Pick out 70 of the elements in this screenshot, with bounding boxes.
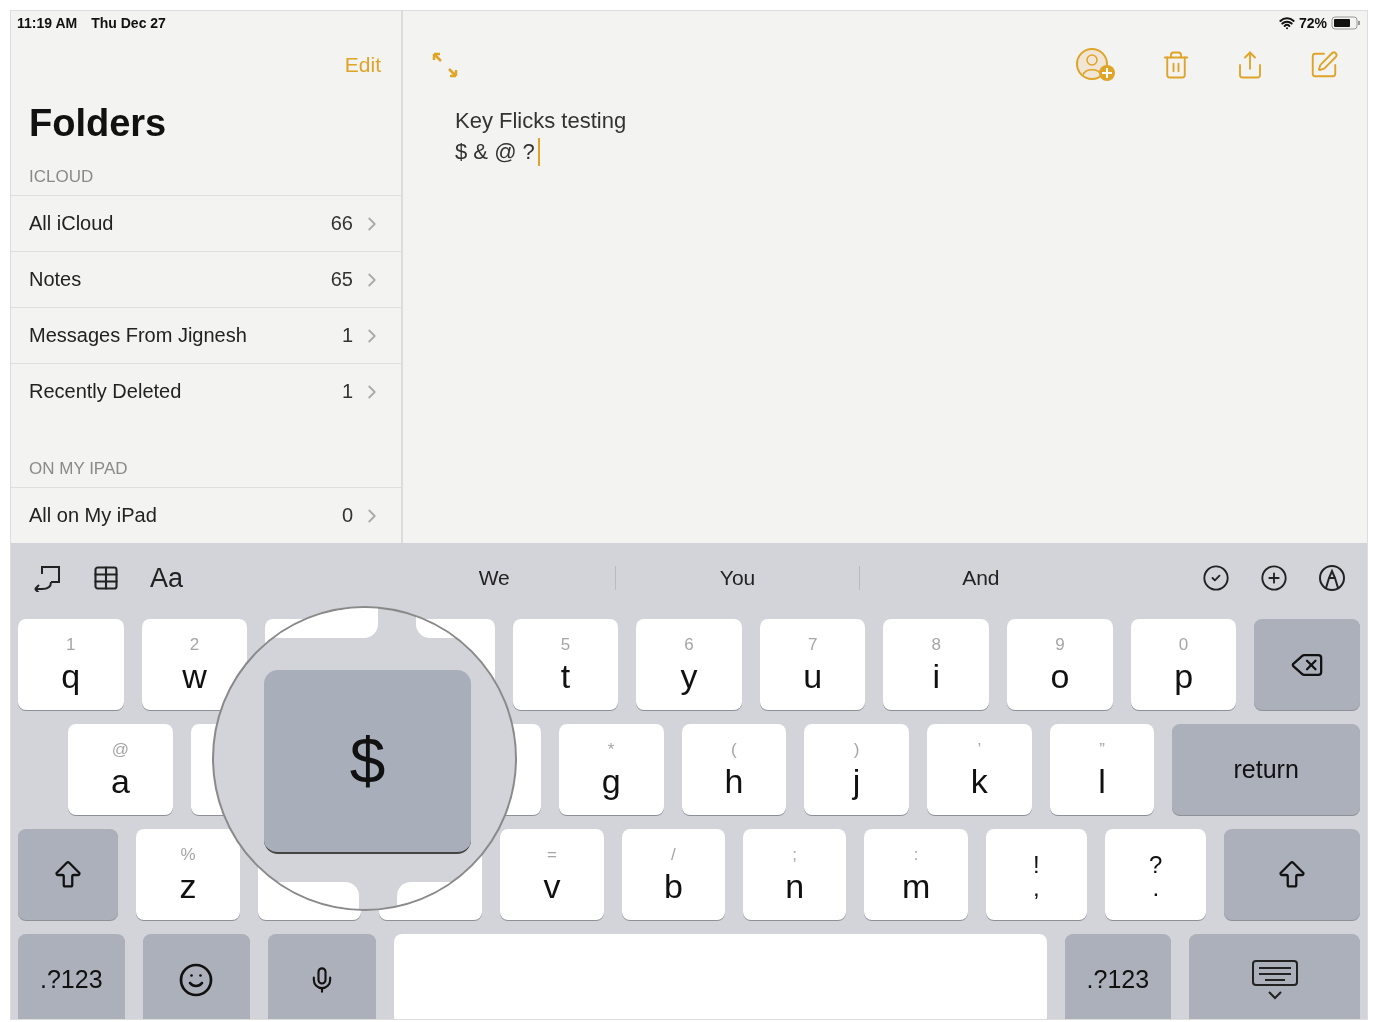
letter-key[interactable]: 0 p <box>1130 619 1237 710</box>
delete-key[interactable] <box>1254 619 1361 710</box>
smiley-icon <box>178 961 215 998</box>
table-icon[interactable] <box>92 564 120 592</box>
letter-key[interactable]: * g <box>558 724 664 815</box>
folder-row[interactable]: Messages From Jignesh 1 <box>11 307 401 363</box>
folder-count: 66 <box>330 212 353 235</box>
undo-icon[interactable] <box>32 564 62 592</box>
checklist-icon[interactable] <box>1202 564 1230 592</box>
letter-key[interactable]: 8 i <box>883 619 990 710</box>
letter-key[interactable]: ’ k <box>926 724 1032 815</box>
letter-key[interactable]: : m <box>864 829 968 920</box>
wifi-icon <box>1278 15 1295 31</box>
letter-key[interactable]: ) j <box>804 724 909 815</box>
hide-keyboard-key[interactable] <box>1189 934 1360 1019</box>
folder-count: 1 <box>341 324 353 347</box>
letter-key[interactable]: = v <box>500 829 604 920</box>
note-text: Key Flicks testing <box>455 107 627 135</box>
folder-name: Recently Deleted <box>29 380 183 403</box>
punctuation-key[interactable]: ? . <box>1105 829 1207 920</box>
folder-name: All on My iPad <box>29 504 158 527</box>
folder-count: 0 <box>341 504 353 527</box>
letter-key[interactable]: ; n <box>743 829 847 920</box>
emoji-key[interactable] <box>142 934 251 1019</box>
folder-count: 1 <box>341 380 353 403</box>
shift-key[interactable] <box>18 829 119 920</box>
battery-percent: 72% <box>1298 15 1327 31</box>
letter-key[interactable]: 7 u <box>759 619 866 710</box>
status-time: 11:19 AM <box>17 15 78 31</box>
letter-key[interactable]: 1 q <box>18 619 124 710</box>
trash-icon[interactable] <box>1161 50 1191 80</box>
markup-icon[interactable] <box>1318 564 1346 592</box>
section-header: ICLOUD <box>28 166 95 188</box>
return-key[interactable]: return <box>1172 724 1360 815</box>
battery-icon <box>1331 16 1361 30</box>
folders-title: Folders <box>28 101 168 146</box>
format-button[interactable]: Aa <box>150 562 184 594</box>
status-date: Thu Dec 27 <box>91 15 166 31</box>
letter-key[interactable]: / b <box>621 829 726 920</box>
keyboard-icon <box>1250 958 1299 1001</box>
letter-key[interactable]: 9 o <box>1007 619 1113 710</box>
letter-key[interactable]: % z <box>136 829 240 920</box>
note-text: $ & @ ? <box>455 138 535 166</box>
section-header: ON MY IPAD <box>28 458 129 480</box>
folder-row[interactable]: Notes 65 <box>11 251 401 307</box>
numbers-key[interactable]: .?123 <box>18 934 125 1019</box>
folder-count: 65 <box>330 268 353 291</box>
magnified-dollar-key: $ <box>264 670 471 854</box>
suggestion[interactable]: And <box>858 566 1102 590</box>
suggestion[interactable]: You <box>615 566 859 590</box>
text-cursor <box>537 137 540 166</box>
folder-name: All iCloud <box>29 212 115 235</box>
folder-row[interactable]: All iCloud 66 <box>11 195 401 251</box>
letter-key[interactable]: ” l <box>1049 724 1155 815</box>
numbers-key[interactable]: .?123 <box>1064 934 1172 1019</box>
letter-key[interactable]: ( h <box>681 724 787 815</box>
folder-row[interactable]: Recently Deleted 1 <box>11 363 401 419</box>
dictation-key[interactable] <box>268 934 376 1019</box>
add-icon[interactable] <box>1260 564 1288 592</box>
letter-key[interactable]: 5 t <box>512 619 619 710</box>
add-person-icon[interactable] <box>1075 47 1117 83</box>
compose-icon[interactable] <box>1309 50 1339 80</box>
punctuation-key[interactable]: ! , <box>985 829 1088 920</box>
letter-key[interactable]: 2 w <box>141 619 248 710</box>
suggestion[interactable]: We <box>373 566 616 590</box>
expand-icon[interactable] <box>431 51 459 79</box>
folder-name: Notes <box>29 268 83 291</box>
folder-name: Messages From Jignesh <box>29 324 248 347</box>
letter-key[interactable]: 6 y <box>636 619 742 710</box>
letter-key[interactable]: @ a <box>68 724 173 815</box>
